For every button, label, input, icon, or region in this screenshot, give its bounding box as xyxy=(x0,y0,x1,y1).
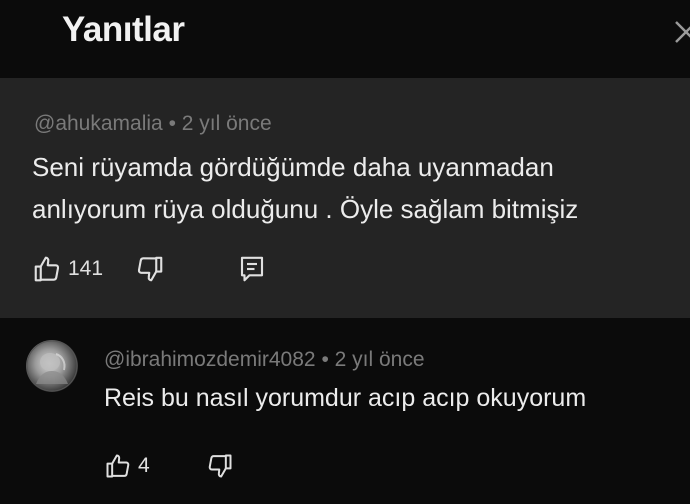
close-icon xyxy=(675,21,690,43)
thumbs-up-icon xyxy=(106,454,130,478)
parent-actions: 141 xyxy=(32,254,267,284)
reply-text: Reis bu nasıl yorumdur acıp acıp okuyoru… xyxy=(104,384,587,412)
thumbs-down-icon xyxy=(208,454,232,478)
reply-meta: @ibrahimozdemir4082 • 2 yıl önce xyxy=(104,348,425,372)
reply-author[interactable]: @ibrahimozdemir4082 xyxy=(104,348,316,371)
like-count: 141 xyxy=(68,257,104,280)
comment-author[interactable]: @ahukamalia xyxy=(34,112,163,135)
replies-panel: Yanıtlar @ahukamalia • 2 yıl önce Seni r… xyxy=(0,0,690,504)
like-button[interactable]: 141 xyxy=(32,254,103,284)
thumbs-down-icon xyxy=(137,256,163,282)
close-button[interactable] xyxy=(674,18,690,46)
reply-actions: 4 xyxy=(104,452,234,480)
comment-meta: @ahukamalia • 2 yıl önce xyxy=(34,112,272,136)
avatar[interactable] xyxy=(26,340,78,392)
comment-text: Seni rüyamda gördüğümde daha uyanmadan a… xyxy=(32,152,579,224)
comment-time: 2 yıl önce xyxy=(181,112,272,135)
meta-separator: • xyxy=(321,348,329,371)
reply-button[interactable] xyxy=(237,254,267,284)
meta-separator: • xyxy=(168,112,176,135)
parent-comment: @ahukamalia • 2 yıl önce Seni rüyamda gö… xyxy=(0,78,690,318)
like-count: 4 xyxy=(138,454,150,477)
reply-time: 2 yıl önce xyxy=(334,348,425,371)
avatar-image xyxy=(26,340,78,392)
dislike-button[interactable] xyxy=(206,452,234,480)
panel-header: Yanıtlar xyxy=(0,0,690,78)
comment-icon xyxy=(240,256,264,282)
thumbs-up-icon xyxy=(34,256,60,282)
like-button[interactable]: 4 xyxy=(104,452,150,480)
dislike-button[interactable] xyxy=(135,254,165,284)
panel-title: Yanıtlar xyxy=(62,10,185,49)
reply-comment: @ibrahimozdemir4082 • 2 yıl önce Reis bu… xyxy=(0,318,690,504)
